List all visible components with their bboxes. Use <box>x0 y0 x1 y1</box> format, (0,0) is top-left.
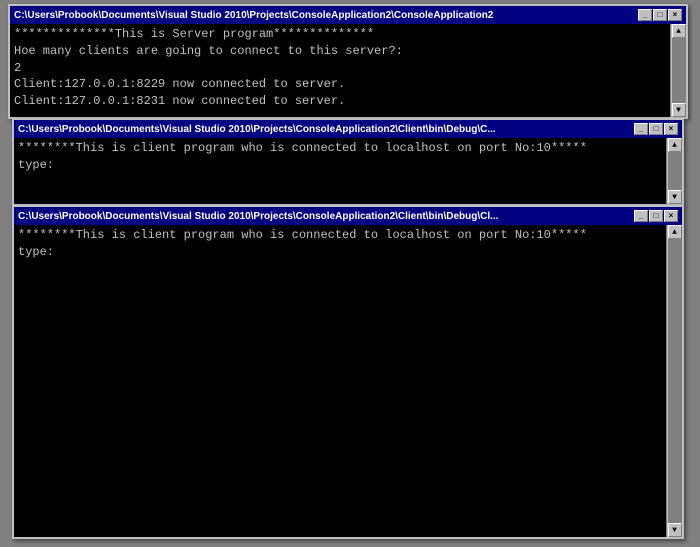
server-console-window: C:\Users\Probook\Documents\Visual Studio… <box>8 4 688 119</box>
client2-console-window: C:\Users\Probook\Documents\Visual Studio… <box>12 205 684 539</box>
client1-minimize-button[interactable]: _ <box>634 123 648 135</box>
client2-scroll-down[interactable]: ▼ <box>668 523 682 537</box>
client2-close-button[interactable]: × <box>664 210 678 222</box>
client2-title-bar: C:\Users\Probook\Documents\Visual Studio… <box>14 207 682 225</box>
server-scroll-track <box>672 38 686 103</box>
client1-console-window: C:\Users\Probook\Documents\Visual Studio… <box>12 118 684 206</box>
client2-minimize-button[interactable]: _ <box>634 210 648 222</box>
client2-scrollbar[interactable]: ▲ ▼ <box>666 225 682 537</box>
server-content-area: **************This is Server program****… <box>10 24 686 117</box>
client1-window-buttons: _ □ × <box>634 123 678 135</box>
client2-scroll-up[interactable]: ▲ <box>668 225 682 239</box>
server-scroll-up[interactable]: ▲ <box>672 24 686 38</box>
client2-window-title: C:\Users\Probook\Documents\Visual Studio… <box>18 211 630 222</box>
client1-scroll-down[interactable]: ▼ <box>668 190 682 204</box>
server-close-button[interactable]: × <box>668 9 682 21</box>
server-window-title: C:\Users\Probook\Documents\Visual Studio… <box>14 10 634 21</box>
client1-window-title: C:\Users\Probook\Documents\Visual Studio… <box>18 124 630 135</box>
server-scroll-down[interactable]: ▼ <box>672 103 686 117</box>
server-scrollbar[interactable]: ▲ ▼ <box>670 24 686 117</box>
server-minimize-button[interactable]: _ <box>638 9 652 21</box>
client2-scroll-track <box>668 239 682 523</box>
client2-console-output: ********This is client program who is co… <box>14 225 666 537</box>
client1-content-area: ********This is client program who is co… <box>14 138 682 204</box>
client2-window-buttons: _ □ × <box>634 210 678 222</box>
client2-content-area: ********This is client program who is co… <box>14 225 682 537</box>
client1-scroll-up[interactable]: ▲ <box>668 138 682 152</box>
server-window-buttons: _ □ × <box>638 9 682 21</box>
client1-scrollbar[interactable]: ▲ ▼ <box>666 138 682 204</box>
server-maximize-button[interactable]: □ <box>653 9 667 21</box>
client1-maximize-button[interactable]: □ <box>649 123 663 135</box>
client2-maximize-button[interactable]: □ <box>649 210 663 222</box>
server-title-bar: C:\Users\Probook\Documents\Visual Studio… <box>10 6 686 24</box>
client1-close-button[interactable]: × <box>664 123 678 135</box>
client1-console-output: ********This is client program who is co… <box>14 138 666 204</box>
client1-scroll-track <box>668 152 682 190</box>
client1-title-bar: C:\Users\Probook\Documents\Visual Studio… <box>14 120 682 138</box>
server-console-output: **************This is Server program****… <box>10 24 670 117</box>
